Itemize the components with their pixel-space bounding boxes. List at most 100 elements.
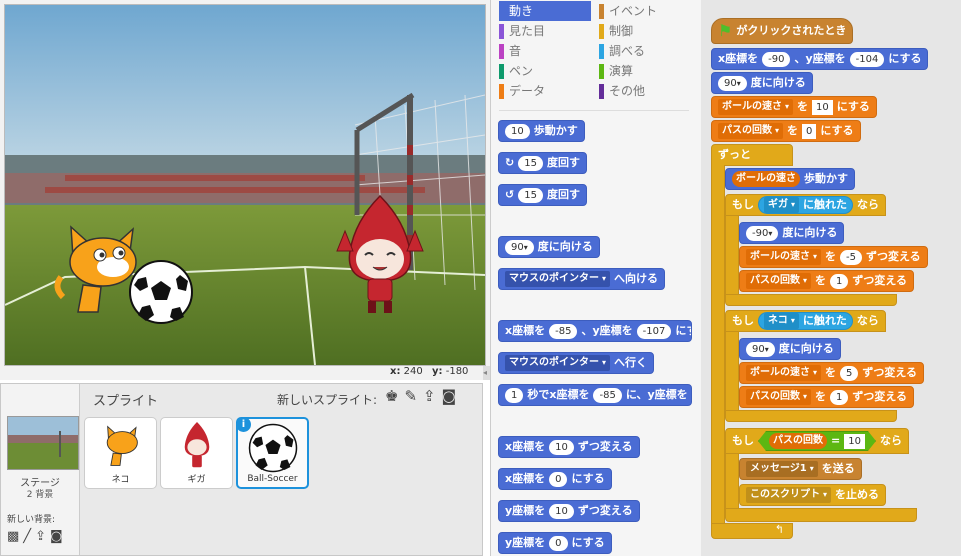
if-arm — [725, 216, 739, 296]
mouse-y-readout: y: -180 — [432, 366, 468, 377]
category-events[interactable]: イベント — [599, 1, 691, 21]
variable-dropdown[interactable]: ボールの速さ ▾ — [746, 249, 822, 265]
block-set-x[interactable]: x座標を 0 にする — [498, 468, 612, 490]
touching-target-dropdown[interactable]: ネコ ▾ — [764, 313, 799, 329]
x-label: x: — [390, 366, 401, 377]
y-label: y: — [432, 366, 443, 377]
category-operators[interactable]: 演算 — [599, 61, 691, 81]
category-sound[interactable]: 音 — [499, 41, 591, 61]
category-looks[interactable]: 見た目 — [499, 21, 591, 41]
camera-backdrop-icon[interactable]: ◙ — [50, 529, 63, 544]
paint-sprite-icon[interactable]: ✎ — [404, 388, 417, 404]
block-turn-left[interactable]: ↺ 15 度回す — [498, 184, 587, 206]
block-if-equals[interactable]: もし パスの回数 = 10 なら — [725, 428, 909, 454]
block-change-variable[interactable]: ボールの速さ ▾ を -5 ずつ変える — [739, 246, 928, 268]
sprite-soccer-ball[interactable] — [128, 259, 194, 325]
sprite-from-library-icon[interactable]: ♚ — [385, 388, 398, 404]
upload-sprite-icon[interactable]: ⇪ — [423, 388, 436, 404]
block-point-in-direction[interactable]: 90▾ 度に向ける — [498, 236, 600, 258]
category-more[interactable]: その他 — [599, 81, 691, 101]
block-if-touching[interactable]: もし ネコ ▾ に触れた なら — [725, 310, 886, 332]
if-arm — [725, 332, 739, 412]
cat-thumbnail-image — [106, 425, 138, 466]
category-pen[interactable]: ペン — [499, 61, 591, 81]
block-move-steps[interactable]: 10 歩動かす — [498, 120, 585, 142]
block-change-x[interactable]: x座標を 10 ずつ変える — [498, 436, 640, 458]
block-broadcast[interactable]: メッセージ1 ▾ を送る — [739, 458, 862, 480]
variable-dropdown[interactable]: ボールの速さ ▾ — [746, 365, 822, 381]
if-bottom — [725, 508, 917, 522]
backdrop-from-library-icon[interactable]: ▩ — [7, 529, 19, 544]
turn-left-icon: ↺ — [505, 188, 515, 201]
block-change-variable[interactable]: パスの回数 ▾ を 1 ずつ変える — [739, 270, 915, 292]
category-sensing[interactable]: 調べる — [599, 41, 691, 61]
sprite-giga[interactable] — [335, 191, 425, 321]
operator-equals[interactable]: パスの回数 = 10 — [758, 431, 876, 451]
palette-divider — [499, 110, 689, 111]
touching-target-dropdown[interactable]: ギガ ▾ — [764, 197, 800, 213]
new-sprite-label: 新しいスプライト: — [277, 393, 378, 407]
stage-panel: ステージ 2 背景 新しい背景: ▩ ╱ ⇪ ◙ — [1, 384, 80, 555]
block-go-to[interactable]: マウスのポインター ▾ へ行く — [498, 352, 655, 374]
stage[interactable] — [4, 4, 486, 366]
collapse-stage-handle[interactable]: ◂ — [483, 366, 490, 380]
block-palette: 動き 見た目 音 ペン データ イベント 制御 調べる 演算 その他 10 歩動か… — [490, 0, 701, 556]
sprite-name: ネコ — [111, 475, 130, 485]
target-dropdown[interactable]: マウスのポインター ▾ — [505, 271, 611, 287]
green-flag-icon: ⚑ — [718, 21, 733, 40]
block-point-in-direction[interactable]: 90▾ 度に向ける — [711, 72, 813, 94]
goto-target-dropdown[interactable]: マウスのポインター ▾ — [505, 355, 611, 371]
block-glide[interactable]: 1秒でx座標を-85に、y座標を-1 — [498, 384, 692, 406]
block-set-variable[interactable]: ボールの速さ ▾ を 10 にする — [711, 96, 877, 118]
if-bottom — [725, 294, 897, 306]
sensing-touching[interactable]: ネコ ▾ に触れた — [758, 312, 853, 330]
category-data[interactable]: データ — [499, 81, 591, 101]
category-motion[interactable]: 動き — [499, 1, 591, 21]
sprite-pane-title: スプライト — [93, 394, 159, 409]
block-when-flag-clicked[interactable]: ⚑ がクリックされたとき — [711, 18, 854, 44]
direction-dropdown[interactable]: 90▾ — [746, 341, 775, 357]
block-forever[interactable]: ずっと — [711, 144, 793, 166]
block-stop[interactable]: このスクリプト ▾ を止める — [739, 484, 887, 506]
camera-sprite-icon[interactable]: ◙ — [442, 388, 457, 404]
block-turn-right[interactable]: ↻ 15 度回す — [498, 152, 587, 174]
variable-dropdown[interactable]: ボールの速さ ▾ — [718, 99, 794, 115]
block-set-y[interactable]: y座標を 0 にする — [498, 532, 612, 554]
direction-dropdown[interactable]: -90▾ — [746, 225, 779, 241]
direction-dropdown[interactable]: 90▾ — [505, 239, 534, 255]
block-change-variable[interactable]: ボールの速さ ▾ を 5 ずつ変える — [739, 362, 925, 384]
sprite-name: Ball-Soccer — [247, 474, 298, 484]
block-point-in-direction[interactable]: 90▾ 度に向ける — [739, 338, 841, 360]
variable-dropdown[interactable]: パスの回数 ▾ — [746, 389, 812, 405]
stop-option-dropdown[interactable]: このスクリプト ▾ — [746, 487, 832, 503]
block-go-to-xy[interactable]: x座標を -90 、y座標を -104 にする — [711, 48, 929, 70]
sprite-thumb-giga[interactable]: ギガ — [160, 417, 233, 489]
block-if-touching[interactable]: もし ギガ ▾ に触れた なら — [725, 194, 887, 216]
block-go-to-xy[interactable]: x座標を-85、y座標を-107にする — [498, 320, 692, 342]
reporter-variable[interactable]: ボールの速さ — [732, 171, 800, 187]
block-move-steps[interactable]: ボールの速さ 歩動かす — [725, 168, 855, 190]
stage-thumbnail[interactable] — [7, 416, 79, 470]
block-change-y[interactable]: y座標を 10 ずつ変える — [498, 500, 640, 522]
new-sprite-tools: ♚ ✎ ⇪ ◙ — [385, 388, 456, 404]
category-control[interactable]: 制御 — [599, 21, 691, 41]
variable-dropdown[interactable]: パスの回数 ▾ — [746, 273, 812, 289]
direction-dropdown[interactable]: 90▾ — [718, 75, 747, 91]
reporter-variable[interactable]: パスの回数 — [769, 433, 827, 449]
stage-thumbnail-image — [8, 417, 78, 469]
sensing-touching[interactable]: ギガ ▾ に触れた — [758, 196, 854, 214]
block-point-towards[interactable]: マウスのポインター ▾ へ向ける — [498, 268, 666, 290]
sprite-name: ギガ — [187, 475, 206, 485]
sprite-thumb-cat[interactable]: ネコ — [84, 417, 157, 489]
sprite-thumb-ball-soccer[interactable]: i Ball-Soccer — [236, 417, 309, 489]
block-set-variable[interactable]: パスの回数 ▾ を 0 にする — [711, 120, 861, 142]
message-dropdown[interactable]: メッセージ1 ▾ — [746, 461, 818, 477]
paint-backdrop-icon[interactable]: ╱ — [23, 529, 31, 544]
variable-dropdown[interactable]: パスの回数 ▾ — [718, 123, 784, 139]
giga-thumbnail-image — [184, 422, 210, 468]
block-point-in-direction[interactable]: -90▾ 度に向ける — [739, 222, 845, 244]
if-bottom — [725, 410, 897, 422]
script-area[interactable]: ⚑ がクリックされたとき x座標を -90 、y座標を -104 にする 90▾ 度に向ける… — [701, 0, 961, 556]
block-change-variable[interactable]: パスの回数 ▾ を 1 ずつ変える — [739, 386, 915, 408]
upload-backdrop-icon[interactable]: ⇪ — [35, 529, 46, 544]
